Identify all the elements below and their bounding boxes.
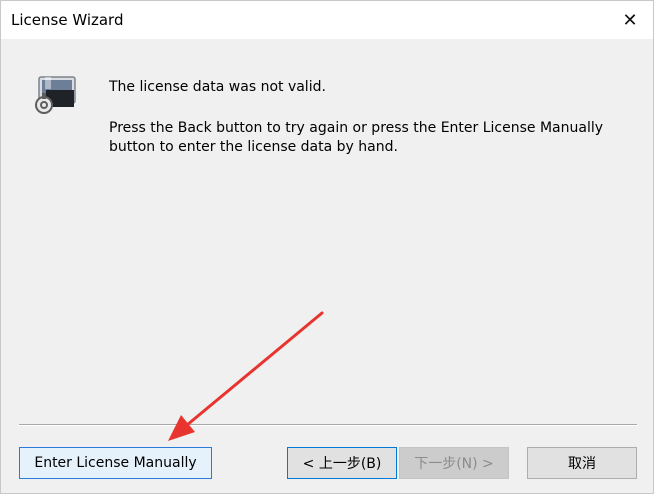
cancel-button[interactable]: 取消 xyxy=(527,447,637,479)
window-title: License Wizard xyxy=(11,11,124,29)
license-wizard-window: License Wizard ✕ The license data was no… xyxy=(0,0,654,494)
close-icon: ✕ xyxy=(622,9,638,31)
license-computer-icon xyxy=(35,76,76,114)
next-button[interactable]: 下一步(N) > xyxy=(399,447,509,479)
title-bar: License Wizard ✕ xyxy=(1,1,653,39)
message-body: Press the Back button to try again or pr… xyxy=(109,120,604,155)
button-separator xyxy=(19,424,637,426)
back-button[interactable]: < 上一步(B) xyxy=(287,447,397,479)
message-title: The license data was not valid. xyxy=(109,79,326,95)
enter-license-manually-button[interactable]: Enter License Manually xyxy=(19,447,212,479)
close-button[interactable]: ✕ xyxy=(613,5,647,35)
